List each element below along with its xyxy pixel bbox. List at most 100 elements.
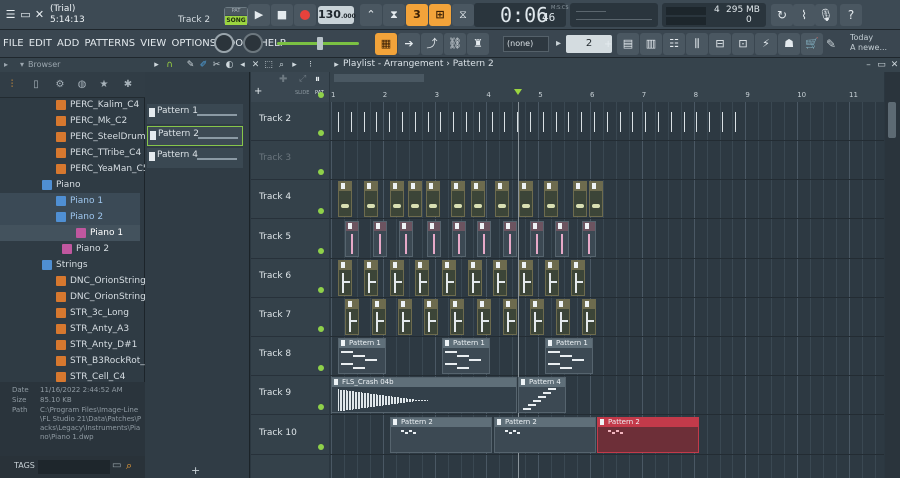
arrow-icon[interactable]: ▸ [331, 59, 342, 71]
playlist-clip[interactable] [477, 220, 491, 257]
news-panel[interactable]: Today A newe... [850, 33, 898, 53]
browser-icon[interactable]: ⊟ [709, 33, 731, 55]
playlist-clip[interactable] [364, 259, 378, 296]
minimize-icon[interactable]: ▭ [19, 8, 32, 21]
mixer-icon[interactable]: ⫼ [686, 33, 708, 55]
delete-icon[interactable]: ✂ [211, 59, 222, 71]
track-mute-led[interactable] [318, 365, 324, 372]
browser-file[interactable]: DNC_OrionString [0, 273, 145, 289]
playlist-clip[interactable] [427, 220, 441, 257]
browser-file[interactable]: PERC_TTribe_C4 [0, 145, 141, 161]
track-header[interactable]: Track 3 [251, 141, 329, 181]
track-mute-led[interactable] [318, 326, 324, 332]
browser-folder[interactable]: Piano [0, 177, 140, 193]
browser-file[interactable]: STR_3c_Long [0, 305, 140, 321]
step-plus-icon[interactable]: + [604, 39, 612, 50]
playlist-clip[interactable] [582, 299, 596, 335]
restore-icon[interactable]: ▭ [876, 59, 887, 71]
playlist-clip[interactable] [338, 259, 352, 296]
track-header[interactable]: Track 7 [251, 298, 329, 337]
menu-patterns[interactable]: PATTERNS [84, 38, 135, 49]
track-header[interactable]: Track 6 [251, 259, 329, 298]
track-lane[interactable] [330, 337, 884, 377]
track-header[interactable]: Track 10 [251, 416, 329, 455]
pencil-icon[interactable]: ✎ [185, 59, 196, 71]
playlist-clip[interactable] [372, 299, 386, 335]
browser-folder[interactable]: Strings [0, 257, 140, 273]
track-header[interactable]: Track 9 [251, 376, 329, 416]
plug-icon[interactable]: ⚡ [755, 33, 777, 55]
scrollbar-thumb[interactable] [888, 102, 896, 138]
playlist-clip[interactable] [390, 259, 404, 296]
master-volume-knob[interactable] [214, 33, 234, 53]
browser-file[interactable]: Piano 2 [0, 241, 140, 257]
pattern-picker-item[interactable]: Pattern 2 [147, 126, 243, 146]
track-header[interactable]: Track 5 [251, 220, 329, 259]
star-tab-icon[interactable]: ★ [96, 78, 112, 92]
playlist-clip[interactable]: Pattern 1 [545, 338, 593, 375]
blend-notes-icon[interactable]: ⧖ [452, 4, 474, 26]
playlist-clip[interactable] [530, 220, 544, 257]
playlist-clip[interactable] [452, 220, 466, 257]
shop-icon[interactable]: 🛒 [801, 33, 823, 55]
playlist-clip[interactable] [373, 220, 387, 257]
link-icon[interactable]: ⛓ [444, 33, 466, 55]
play-button[interactable]: ▶ [248, 4, 270, 26]
playlist-clip[interactable]: Pattern 1 [338, 338, 386, 375]
track-mute-led[interactable] [318, 443, 324, 450]
playlist-clip[interactable]: Pattern 1 [442, 338, 490, 375]
playlist-clip[interactable] [519, 259, 533, 296]
tags-input[interactable] [38, 460, 110, 474]
browser-file[interactable]: PERC_YeaMan_C5 [0, 161, 145, 177]
playlist-clip[interactable] [424, 299, 438, 335]
playlist-clip[interactable] [589, 181, 603, 218]
track-lane[interactable] [330, 298, 884, 337]
metronome-icon[interactable]: ⌃ [360, 4, 382, 26]
track-lane[interactable] [330, 259, 884, 298]
files-tab-icon[interactable]: ▯ [28, 78, 44, 92]
menu-view[interactable]: VIEW [140, 38, 166, 49]
playlist-clip[interactable]: FLS_Crash 04b [331, 377, 517, 414]
search-icon[interactable]: ⌕ [126, 459, 132, 473]
mute-icon[interactable]: ◐ [224, 59, 235, 71]
playlist-clip[interactable] [503, 220, 517, 257]
playlist-clip[interactable] [503, 299, 517, 335]
playlist-clip[interactable] [477, 299, 491, 335]
news-icon[interactable]: ✎ [826, 37, 836, 51]
pattern-picker-item[interactable]: Pattern 1 [147, 104, 243, 124]
playlist-overview[interactable] [334, 74, 424, 82]
brush-icon[interactable]: ✐ [198, 59, 209, 71]
vertical-scrollbar[interactable] [885, 72, 900, 478]
app-menu-icon[interactable]: ☰ [4, 8, 17, 21]
playlist-clip[interactable]: Pattern 2 [494, 416, 596, 453]
browser-file[interactable]: STR_Anty_D#1 [0, 337, 140, 353]
slice-icon[interactable]: ✕ [250, 59, 261, 71]
undo-icon[interactable]: ↻ [771, 4, 793, 26]
track-lane[interactable] [330, 141, 884, 181]
wait-input-icon[interactable]: ⧗ [383, 4, 405, 26]
browser-folder[interactable]: Piano 2 [0, 209, 140, 225]
arrow-right-icon[interactable]: ➔ [398, 33, 420, 55]
menu-edit[interactable]: EDIT [29, 38, 52, 49]
step-arrow-icon[interactable]: ▸ [556, 38, 561, 49]
step-edit-icon[interactable]: ⊞ [429, 4, 451, 26]
playlist-clip[interactable]: Pattern 2 [597, 416, 699, 453]
playlist-clip[interactable] [450, 299, 464, 335]
browser-file[interactable]: PERC_Kalim_C4 [0, 98, 140, 113]
play-icon[interactable]: ▸ [289, 59, 300, 71]
browser-file[interactable]: STR_Anty_A3 [0, 321, 140, 337]
waveform-tab-icon[interactable]: ⫶ [4, 78, 20, 92]
menu-options[interactable]: OPTIONS [171, 38, 216, 49]
zoom-icon[interactable]: ⌕ [276, 59, 287, 71]
track-header[interactable]: Track 2 [251, 102, 329, 141]
track-lane[interactable] [330, 220, 884, 259]
playlist-clip[interactable] [571, 259, 585, 296]
playlist-clip[interactable] [415, 259, 429, 296]
browser-menu-icon[interactable]: ▾ [20, 58, 24, 72]
track-mute-led[interactable] [318, 286, 324, 293]
master-pitch-knob[interactable] [243, 33, 263, 53]
select-icon[interactable]: ⬚ [263, 59, 274, 71]
playlist-clip[interactable] [471, 181, 485, 218]
playlist-clip[interactable] [442, 259, 456, 296]
playlist-clip[interactable] [390, 181, 404, 218]
